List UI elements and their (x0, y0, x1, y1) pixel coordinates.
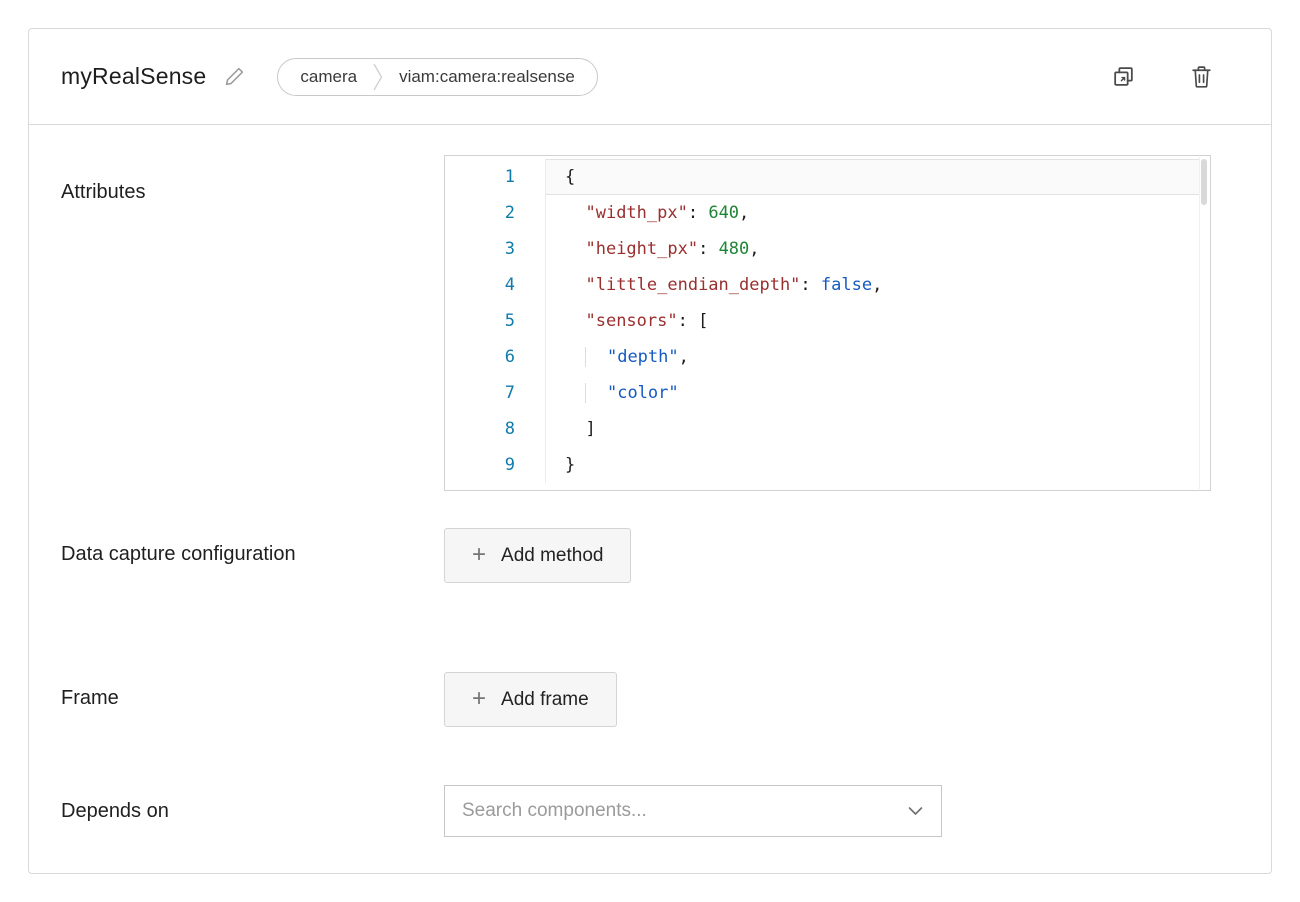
line-content: "height_px": 480, (546, 231, 1199, 267)
frame-label: Frame (61, 672, 444, 713)
breadcrumb-chevron-icon (373, 63, 383, 91)
line-number: 8 (445, 411, 546, 447)
code-line[interactable]: 6 "depth", (445, 339, 1210, 375)
frame-row: Frame + Add frame (61, 672, 1239, 727)
code-line[interactable]: 1{ (445, 159, 1210, 195)
code-line[interactable]: 7 "color" (445, 375, 1210, 411)
code-line[interactable]: 8 ] (445, 411, 1210, 447)
line-content: ] (546, 411, 1199, 447)
line-number: 2 (445, 195, 546, 231)
edit-name-button[interactable] (220, 62, 249, 91)
depends-on-row: Depends on Search components... (61, 785, 1239, 837)
component-type-pill: camera viam:camera:realsense (277, 58, 597, 96)
attributes-json-editor[interactable]: 1{2 "width_px": 640,3 "height_px": 480,4… (444, 155, 1211, 491)
line-content: { (546, 159, 1199, 195)
code-line[interactable]: 5 "sensors": [ (445, 303, 1210, 339)
line-content: "sensors": [ (546, 303, 1199, 339)
data-capture-label: Data capture configuration (61, 528, 444, 569)
line-number: 3 (445, 231, 546, 267)
duplicate-button[interactable] (1107, 60, 1140, 93)
component-title: myRealSense (61, 63, 206, 90)
trash-icon (1190, 64, 1213, 89)
line-content: "color" (546, 375, 1199, 411)
plus-icon: + (472, 543, 486, 567)
line-content: "little_endian_depth": false, (546, 267, 1199, 303)
code-line[interactable]: 4 "little_endian_depth": false, (445, 267, 1210, 303)
line-content: } (546, 447, 1199, 483)
line-number: 5 (445, 303, 546, 339)
depends-on-label: Depends on (61, 785, 444, 826)
pencil-icon (224, 66, 245, 87)
chevron-down-icon (908, 806, 923, 816)
component-card-body: Attributes 1{2 "width_px": 640,3 "height… (29, 125, 1271, 837)
line-content: "width_px": 640, (546, 195, 1199, 231)
depends-on-placeholder: Search components... (462, 800, 647, 822)
plus-icon: + (472, 687, 486, 711)
depends-on-select[interactable]: Search components... (444, 785, 942, 837)
component-card: myRealSense camera viam:camera:realsense (28, 28, 1272, 874)
add-method-button[interactable]: + Add method (444, 528, 631, 583)
component-card-header: myRealSense camera viam:camera:realsense (29, 29, 1271, 125)
line-number: 4 (445, 267, 546, 303)
add-frame-button[interactable]: + Add frame (444, 672, 617, 727)
code-lines: 1{2 "width_px": 640,3 "height_px": 480,4… (445, 159, 1210, 483)
header-actions (1107, 60, 1245, 93)
add-method-label: Add method (501, 545, 603, 567)
delete-button[interactable] (1186, 60, 1217, 93)
code-line[interactable]: 3 "height_px": 480, (445, 231, 1210, 267)
line-number: 1 (445, 159, 546, 195)
duplicate-icon (1111, 64, 1136, 89)
code-line[interactable]: 9} (445, 447, 1210, 483)
code-line[interactable]: 2 "width_px": 640, (445, 195, 1210, 231)
attributes-label: Attributes (61, 155, 444, 207)
data-capture-row: Data capture configuration + Add method (61, 528, 1239, 583)
line-number: 7 (445, 375, 546, 411)
line-number: 6 (445, 339, 546, 375)
attributes-row: Attributes 1{2 "width_px": 640,3 "height… (61, 155, 1239, 491)
editor-scrollbar[interactable] (1199, 157, 1209, 489)
add-frame-label: Add frame (501, 689, 589, 711)
scrollbar-thumb[interactable] (1201, 159, 1207, 205)
line-number: 9 (445, 447, 546, 483)
line-content: "depth", (546, 339, 1199, 375)
component-type: camera (300, 67, 357, 87)
component-model: viam:camera:realsense (399, 67, 575, 87)
